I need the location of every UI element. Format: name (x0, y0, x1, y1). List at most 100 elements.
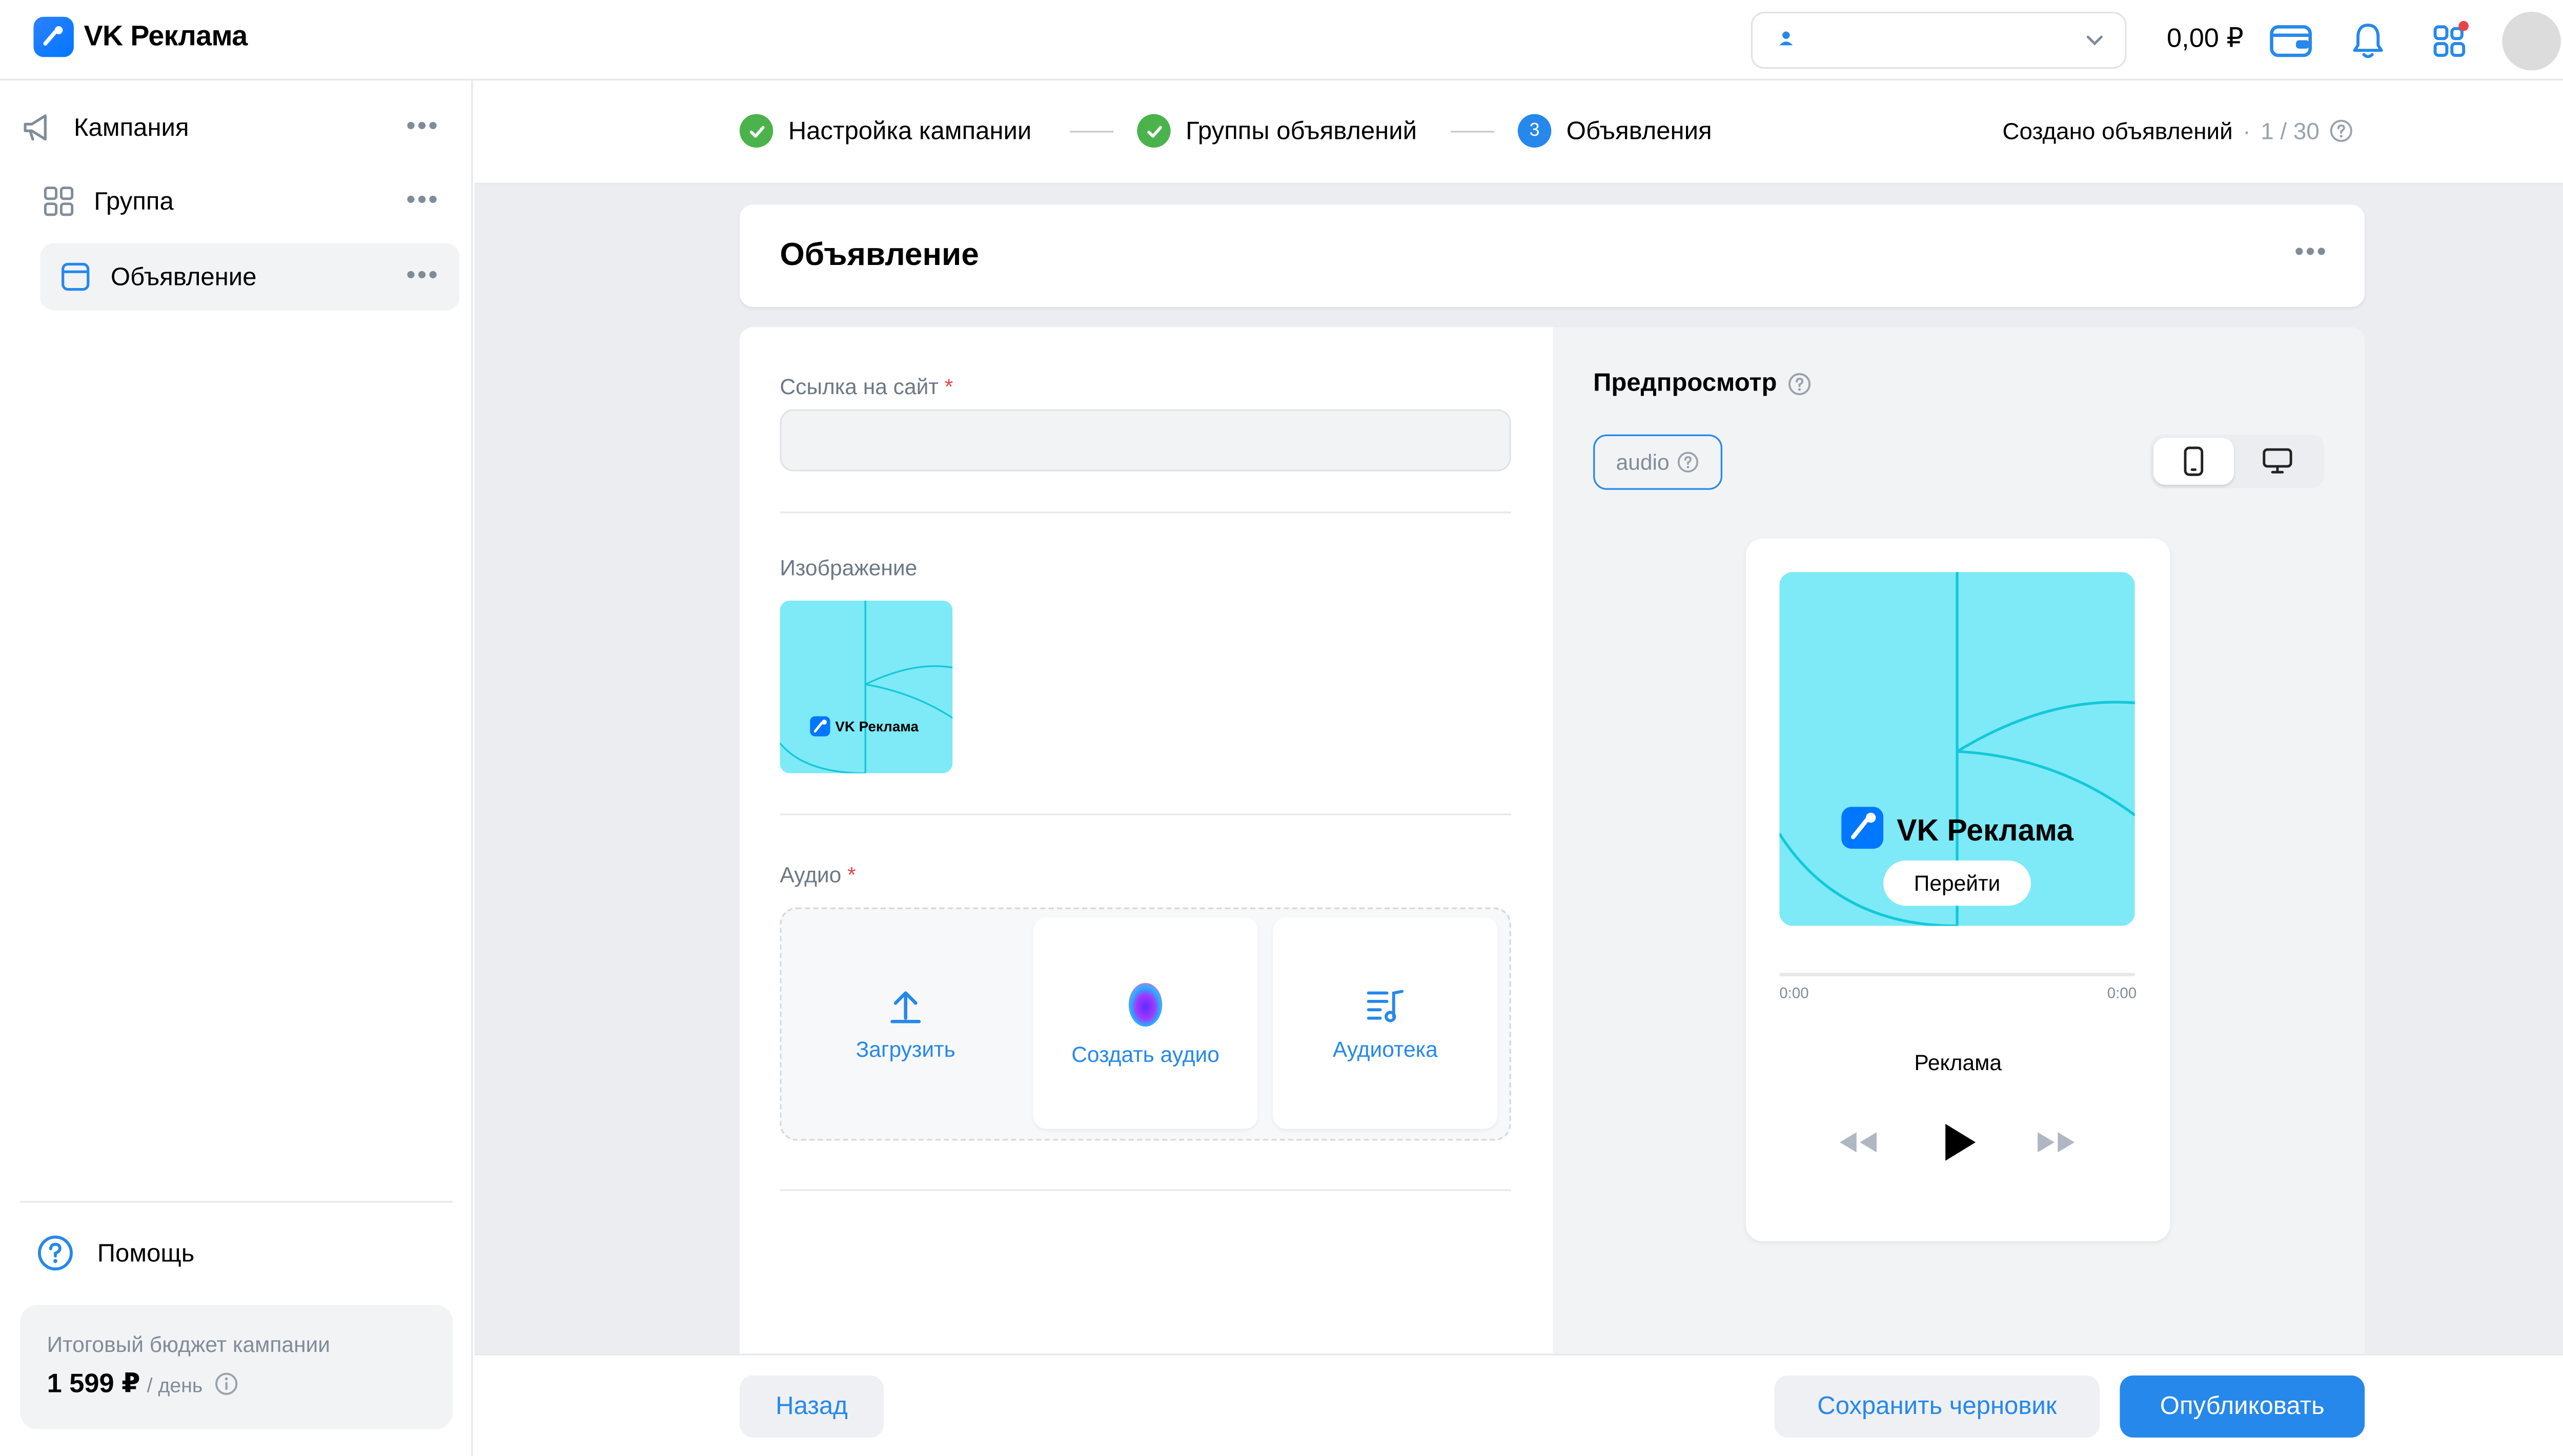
ad-title-card: Объявление ••• (739, 204, 2365, 307)
apps-icon[interactable] (2428, 18, 2472, 62)
desktop-preview-button[interactable] (2237, 438, 2317, 485)
creative-brand: VK Реклама (1897, 814, 2074, 847)
sidebar-item-group[interactable]: Группа ••• (20, 168, 459, 235)
ad-form: Ссылка на сайт * Изображение VK Реклама … (739, 327, 1553, 1354)
mobile-preview-button[interactable] (2153, 438, 2234, 485)
step-label: Настройка кампании (788, 116, 1032, 146)
required-mark: * (847, 862, 856, 888)
divider (20, 1201, 453, 1203)
divider (780, 511, 1511, 514)
help-icon[interactable] (1787, 372, 1811, 395)
ai-orb-icon (1128, 982, 1163, 1026)
ad-icon (57, 258, 94, 295)
thumbnail-brand: VK Реклама (835, 719, 919, 734)
publish-button[interactable]: Опубликовать (2120, 1375, 2365, 1438)
divider (780, 1189, 1511, 1191)
format-chip-audio[interactable]: audio (1593, 434, 1723, 490)
sidebar-item-label: Объявление (110, 262, 257, 291)
link-label-text: Ссылка на сайт (780, 374, 939, 399)
audio-progress-bar[interactable] (1779, 973, 2135, 976)
step-number: 3 (1517, 114, 1552, 148)
step-connector (1070, 131, 1114, 133)
wallet-icon[interactable] (2269, 18, 2313, 62)
monitor-icon (2263, 448, 2292, 474)
audio-library-label: Аудиотека (1332, 1036, 1438, 1061)
track-title: Реклама (1914, 1050, 2002, 1075)
help-label: Помощь (97, 1239, 195, 1267)
mobile-preview: VK Реклама Перейти 0:00 0:00 Реклама (1745, 538, 2170, 1242)
audio-dropzone[interactable]: Загрузить Создать аудио Аудиотека (780, 907, 1511, 1141)
more-icon[interactable]: ••• (406, 186, 439, 216)
preview-panel: Предпросмотр audio VK Реклама Перейти 0:… (1553, 327, 2365, 1354)
check-icon (739, 114, 774, 148)
stepper: Настройка кампании Группы объявлений 3 О… (474, 80, 2563, 185)
info-icon[interactable] (214, 1372, 238, 1396)
sidebar-item-campaign[interactable]: Кампания ••• (20, 94, 459, 161)
preview-title-text: Предпросмотр (1593, 369, 1777, 398)
more-icon[interactable]: ••• (406, 262, 439, 292)
play-icon[interactable] (1939, 1120, 1979, 1164)
help-link[interactable]: Помощь (37, 1235, 194, 1272)
account-select[interactable] (1751, 11, 2127, 69)
back-button[interactable]: Назад (739, 1375, 884, 1438)
create-audio-button[interactable]: Создать аудио (1033, 917, 1258, 1129)
budget-label: Итоговый бюджет кампании (47, 1331, 331, 1357)
phone-icon (2184, 446, 2204, 476)
time-total: 0:00 (2107, 985, 2137, 1001)
save-draft-button[interactable]: Сохранить черновик (1774, 1375, 2100, 1438)
grid-icon (40, 183, 77, 220)
app-root: VK Реклама 0,00 ₽ Кампания ••• Группа ••… (0, 0, 2563, 1456)
image-thumbnail[interactable]: VK Реклама (780, 600, 953, 773)
megaphone-icon (20, 109, 57, 146)
chevron-down-icon (2086, 35, 2103, 46)
required-mark: * (944, 374, 953, 399)
step-label: Группы объявлений (1186, 116, 1417, 146)
step-label: Объявления (1566, 116, 1712, 146)
site-link-input[interactable] (780, 409, 1511, 471)
audio-label-text: Аудио (780, 862, 842, 888)
logo[interactable]: VK Реклама (33, 16, 248, 57)
device-toggle (2150, 434, 2325, 488)
check-icon (1137, 114, 1171, 148)
upload-icon (890, 990, 921, 1022)
link-label: Ссылка на сайт * (780, 374, 953, 399)
step-campaign-settings[interactable]: Настройка кампании (739, 114, 1032, 148)
sidebar-item-label: Кампания (73, 113, 189, 142)
preview-title: Предпросмотр (1593, 369, 1811, 398)
created-separator: · (2243, 117, 2251, 145)
upload-label: Загрузить (856, 1036, 955, 1061)
more-icon[interactable]: ••• (406, 112, 439, 142)
help-icon (37, 1235, 73, 1270)
avatar[interactable] (2502, 11, 2561, 71)
balance: 0,00 ₽ (2167, 25, 2244, 54)
sidebar-item-label: Группа (94, 187, 174, 216)
created-count: 1 / 30 (2261, 117, 2320, 145)
help-icon[interactable] (2329, 119, 2353, 142)
audio-library-button[interactable]: Аудиотека (1273, 917, 1498, 1129)
page-title: Объявление (780, 238, 979, 274)
sidebar: Кампания ••• Группа ••• Объявление ••• П… (0, 80, 473, 1456)
creative-preview: VK Реклама Перейти (1779, 572, 2135, 926)
footer-actions: Назад Сохранить черновик Опубликовать (474, 1354, 2563, 1456)
created-label: Создано объявлений (2002, 117, 2233, 145)
budget-amount: 1 599 ₽ (47, 1370, 140, 1399)
image-label: Изображение (780, 555, 918, 581)
create-audio-label: Создать аудио (1071, 1040, 1219, 1066)
sidebar-item-ad[interactable]: Объявление ••• (40, 243, 460, 311)
time-elapsed: 0:00 (1779, 985, 1809, 1001)
step-ad-groups[interactable]: Группы объявлений (1137, 114, 1417, 148)
vk-ads-logo-icon (33, 16, 74, 57)
cta-button[interactable]: Перейти (1883, 860, 2031, 906)
budget-unit: / день (147, 1373, 203, 1398)
rewind-icon[interactable] (1837, 1125, 1880, 1159)
fast-forward-icon[interactable] (2035, 1125, 2078, 1159)
bell-icon[interactable] (2346, 18, 2390, 62)
divider (780, 813, 1511, 815)
music-list-icon (1367, 989, 1404, 1021)
top-bar: VK Реклама 0,00 ₽ (0, 0, 2563, 81)
more-icon[interactable]: ••• (2294, 238, 2328, 269)
step-ads[interactable]: 3 Объявления (1517, 114, 1712, 148)
upload-audio-button[interactable]: Загрузить (794, 917, 1018, 1129)
format-label: audio (1616, 449, 1670, 475)
budget-summary: Итоговый бюджет кампании 1 599 ₽ / день (20, 1305, 453, 1429)
